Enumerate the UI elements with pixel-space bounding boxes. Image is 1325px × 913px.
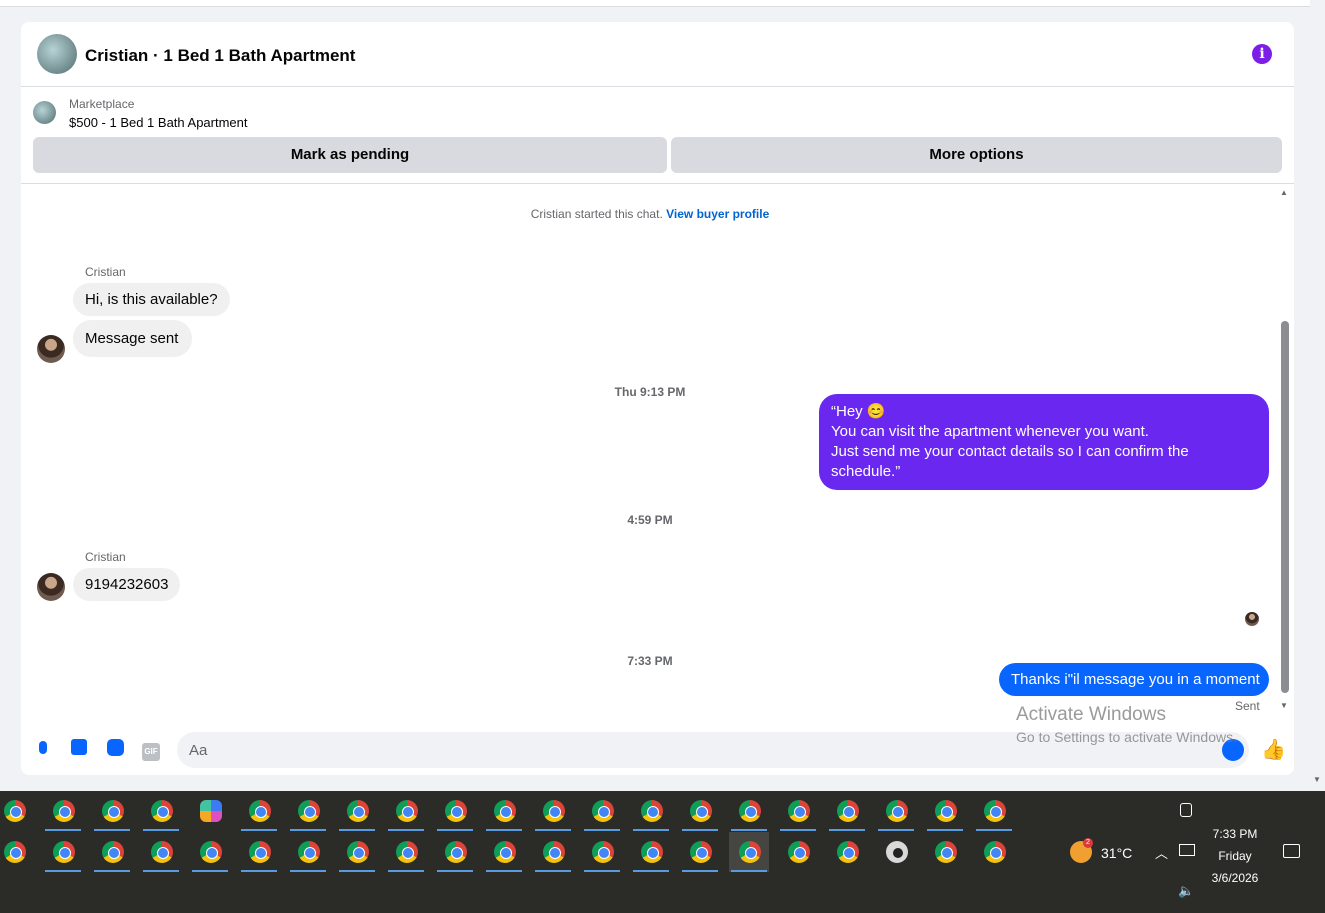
more-options-button[interactable]: More options <box>671 137 1282 173</box>
info-icon[interactable]: i <box>1252 44 1272 64</box>
chrome-profile-icon[interactable] <box>680 791 720 831</box>
scroll-up-arrow-icon[interactable]: ▲ <box>1280 188 1288 197</box>
microphone-icon[interactable] <box>33 739 53 759</box>
thumbs-up-icon[interactable]: 👍 <box>1261 737 1286 762</box>
chrome-profile-icon[interactable] <box>925 832 965 872</box>
chrome-profile-icon[interactable] <box>484 791 524 831</box>
outgoing-message-line: “Hey 😊 <box>831 403 886 420</box>
message-thread: ▲ ▼ Cristian started this chat. View buy… <box>21 185 1294 730</box>
clock-app-icon[interactable] <box>876 832 916 872</box>
chrome-profile-icon[interactable] <box>239 832 279 872</box>
incoming-message[interactable]: 9194232603 <box>73 568 181 601</box>
listing-avatar[interactable] <box>37 34 77 74</box>
outgoing-message-line: You can visit the apartment whenever you… <box>831 423 1149 440</box>
conversation-panel: Cristian · 1 Bed 1 Bath Apartment i Mark… <box>21 22 1294 775</box>
conversation-title[interactable]: Cristian · 1 Bed 1 Bath Apartment <box>85 46 355 66</box>
chrome-profile-icon[interactable] <box>190 832 230 872</box>
chrome-profile-icon[interactable] <box>925 791 965 831</box>
chrome-profile-icon[interactable] <box>386 791 426 831</box>
chat-started-notice: Cristian started this chat. View buyer p… <box>21 207 1279 221</box>
activate-windows-title: Activate Windows <box>1016 704 1166 725</box>
sender-name: Cristian <box>85 550 126 564</box>
weather-temperature[interactable]: 31°C <box>1101 845 1132 861</box>
sender-name: Cristian <box>85 265 126 279</box>
chrome-profile-icon[interactable] <box>288 832 328 872</box>
chrome-profile-icon[interactable] <box>582 791 622 831</box>
incoming-message[interactable]: Message sent <box>73 320 193 357</box>
chrome-profile-icon[interactable] <box>288 791 328 831</box>
chrome-profile-icon[interactable] <box>778 832 818 872</box>
notifications-icon[interactable] <box>1283 844 1300 858</box>
chrome-profile-icon[interactable] <box>0 791 34 831</box>
chrome-profile-icon[interactable] <box>827 832 867 872</box>
weather-badge: 2 <box>1083 838 1093 848</box>
sender-avatar[interactable] <box>37 573 65 601</box>
activate-windows-subtitle: Go to Settings to activate Windows. <box>1016 729 1237 745</box>
chrome-profile-icon[interactable] <box>680 832 720 872</box>
network-icon[interactable] <box>1179 844 1195 856</box>
sender-avatar[interactable] <box>37 335 65 363</box>
chrome-profile-icon[interactable] <box>435 791 475 831</box>
chrome-profile-icon[interactable] <box>631 791 671 831</box>
marketplace-label: Marketplace <box>69 97 135 111</box>
conversation-header: Cristian · 1 Bed 1 Bath Apartment i <box>21 22 1294 87</box>
chrome-profile-icon[interactable] <box>974 791 1014 831</box>
incoming-message[interactable]: Hi, is this available? <box>73 283 230 316</box>
page-scroll-down-icon[interactable]: ▼ <box>1313 775 1321 784</box>
chrome-profile-icon[interactable] <box>729 832 769 872</box>
chrome-profile-icon[interactable] <box>778 791 818 831</box>
chrome-profile-icon[interactable] <box>239 791 279 831</box>
sent-status: Sent <box>1235 699 1260 713</box>
clock[interactable]: 7:33 PM Friday 3/6/2026 <box>1200 823 1270 889</box>
gif-icon[interactable]: GIF <box>141 739 161 761</box>
chrome-profile-icon[interactable] <box>141 832 181 872</box>
windows-taskbar: 2 31°C ︿ 🔈 7:33 PM Friday 3/6/2026 <box>0 791 1325 913</box>
chrome-profile-icon[interactable] <box>386 832 426 872</box>
camera-icon[interactable] <box>1180 803 1192 817</box>
chrome-profile-icon[interactable] <box>435 832 475 872</box>
listing-thumbnail[interactable] <box>33 101 56 124</box>
chrome-profile-icon[interactable] <box>974 832 1014 872</box>
sticker-icon[interactable] <box>105 739 125 759</box>
chrome-profile-icon[interactable] <box>876 791 916 831</box>
browser-top-strip <box>0 0 1310 7</box>
chrome-profile-icon[interactable] <box>337 791 377 831</box>
chrome-profile-icon[interactable] <box>337 832 377 872</box>
clock-time: 7:33 PM <box>1212 827 1258 841</box>
chrome-profile-icon[interactable] <box>533 791 573 831</box>
scrollbar-thumb[interactable] <box>1281 321 1289 693</box>
chrome-profile-icon[interactable] <box>141 791 181 831</box>
clock-date: 3/6/2026 <box>1211 871 1259 885</box>
outgoing-message[interactable]: “Hey 😊 You can visit the apartment whene… <box>819 394 1269 490</box>
outgoing-message-line: Just send me your contact details so I c… <box>831 443 1189 480</box>
chrome-profile-icon[interactable] <box>43 791 83 831</box>
chrome-profile-icon[interactable] <box>92 791 132 831</box>
chrome-profile-icon[interactable] <box>92 832 132 872</box>
chat-started-text: Cristian started this chat. <box>530 207 663 221</box>
chrome-profile-icon[interactable] <box>533 832 573 872</box>
chrome-profile-icon[interactable] <box>631 832 671 872</box>
clock-day: Friday <box>1218 849 1252 863</box>
mark-as-pending-button[interactable]: Mark as pending <box>33 137 667 173</box>
message-timestamp: 4:59 PM <box>627 513 673 527</box>
scroll-down-arrow-icon[interactable]: ▼ <box>1280 701 1288 710</box>
chrome-profile-icon[interactable] <box>43 832 83 872</box>
chrome-profile-icon[interactable] <box>484 832 524 872</box>
photo-icon[interactable] <box>69 739 89 759</box>
volume-icon[interactable]: 🔈 <box>1178 883 1194 899</box>
read-receipt-avatar <box>1245 612 1259 626</box>
listing-title[interactable]: $500 - 1 Bed 1 Bath Apartment <box>69 115 248 130</box>
chrome-profile-icon[interactable] <box>827 791 867 831</box>
marketplace-listing-bar: Marketplace $500 - 1 Bed 1 Bath Apartmen… <box>21 88 1294 184</box>
chrome-profile-icon[interactable] <box>582 832 622 872</box>
copilot-icon[interactable] <box>190 791 230 831</box>
chrome-profile-icon[interactable] <box>729 791 769 831</box>
chevron-up-icon[interactable]: ︿ <box>1155 843 1168 862</box>
chrome-profile-icon[interactable] <box>0 832 34 872</box>
outgoing-message[interactable]: Thanks i"il message you in a moment <box>999 663 1269 696</box>
view-buyer-profile-link[interactable]: View buyer profile <box>666 207 769 221</box>
